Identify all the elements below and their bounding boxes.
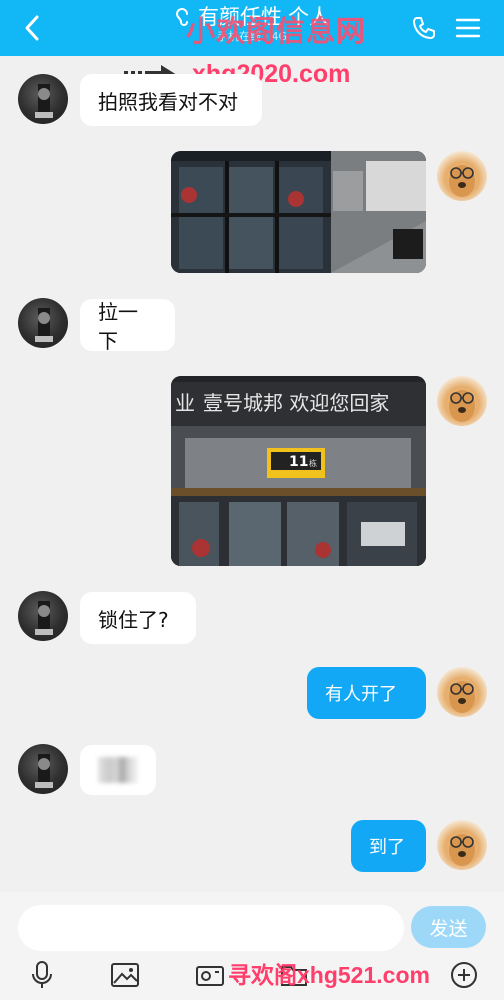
building-number: 11: [289, 454, 308, 470]
image-icon: [111, 963, 139, 987]
message-photo[interactable]: [171, 151, 426, 273]
message-bubble[interactable]: 锁住了?: [80, 592, 196, 644]
message-text: 拍照我看对不对: [98, 89, 238, 114]
camera-button[interactable]: [192, 958, 228, 992]
send-button[interactable]: 发送: [411, 906, 486, 948]
blurred-content: [98, 757, 138, 783]
my-avatar[interactable]: [437, 820, 487, 870]
menu-icon: [455, 18, 481, 38]
message-bubble-blurred[interactable]: [80, 745, 156, 795]
message-bubble[interactable]: 拍照我看对不对: [80, 74, 262, 126]
contact-avatar[interactable]: [18, 591, 68, 641]
my-avatar[interactable]: [437, 667, 487, 717]
message-text: 拉一下: [98, 300, 138, 353]
message-bubble[interactable]: 到了: [351, 820, 426, 872]
watermark-bottom: 寻欢阁xhg521.com: [228, 962, 430, 988]
contact-avatar[interactable]: [18, 298, 68, 348]
contact-avatar[interactable]: [18, 74, 68, 124]
voice-call-button[interactable]: [404, 8, 444, 48]
more-button[interactable]: [446, 958, 482, 992]
back-button[interactable]: [14, 10, 50, 46]
photo-banner-left: 业: [175, 391, 195, 415]
message-text: 锁住了?: [98, 607, 169, 632]
watermark-top: 小欢阁信息网: [186, 14, 367, 48]
camera-icon: [196, 966, 224, 986]
back-arrow-icon: [25, 15, 39, 41]
message-input[interactable]: [18, 905, 404, 951]
photo-button[interactable]: [107, 958, 143, 992]
my-avatar[interactable]: [437, 376, 487, 426]
message-bubble[interactable]: 有人开了: [307, 667, 426, 719]
contact-avatar[interactable]: [18, 744, 68, 794]
voice-button[interactable]: [24, 958, 60, 992]
message-bubble[interactable]: 拉一下: [80, 299, 175, 353]
microphone-icon: [32, 961, 52, 988]
menu-button[interactable]: [448, 8, 488, 48]
building-suffix: 栋: [309, 458, 317, 468]
photo-banner: 壹号城邦 欢迎您回家: [203, 391, 389, 415]
add-icon: [451, 962, 477, 988]
message-photo[interactable]: 11 栋 业 壹号城邦 欢迎您回家: [171, 376, 426, 566]
message-text: 到了: [369, 837, 405, 858]
phone-icon: [413, 17, 435, 39]
my-avatar[interactable]: [437, 151, 487, 201]
message-text: 有人开了: [325, 684, 397, 705]
